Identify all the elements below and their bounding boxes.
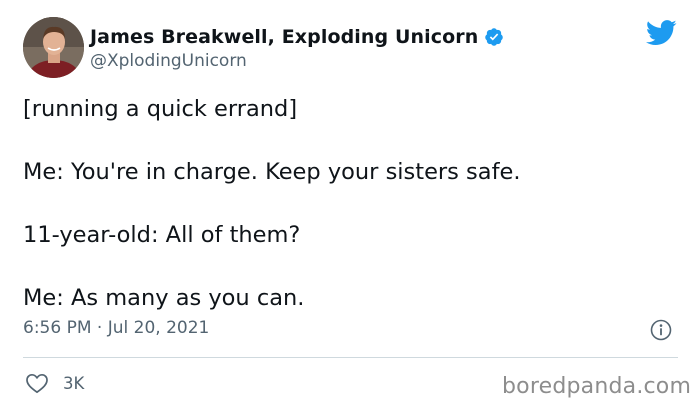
heart-icon[interactable] — [25, 372, 49, 394]
like-count: 3K — [63, 373, 85, 393]
tweet-line: Me: You're in charge. Keep your sisters … — [23, 159, 521, 185]
tweet-line: 11-year-old: All of them? — [23, 222, 301, 248]
tweet-line: [running a quick errand] — [23, 96, 298, 122]
author-name[interactable]: James Breakwell, Exploding Unicorn — [90, 26, 478, 48]
info-icon[interactable] — [650, 319, 672, 341]
tweet-line: Me: As many as you can. — [23, 285, 305, 311]
tweet-timestamp[interactable]: 6:56 PM · Jul 20, 2021 — [23, 318, 209, 338]
like-button[interactable]: 3K — [25, 371, 84, 395]
watermark: boredpanda.com — [502, 374, 692, 399]
tweet-card: James Breakwell, Exploding Unicorn @Xplo… — [0, 0, 700, 411]
twitter-bird-icon[interactable] — [645, 20, 677, 46]
author-handle[interactable]: @XplodingUnicorn — [90, 51, 247, 71]
author-avatar[interactable] — [23, 17, 84, 78]
author-name-row[interactable]: James Breakwell, Exploding Unicorn — [90, 24, 504, 50]
avatar-photo — [23, 17, 84, 78]
verified-badge-icon — [484, 27, 504, 47]
divider — [23, 357, 678, 358]
